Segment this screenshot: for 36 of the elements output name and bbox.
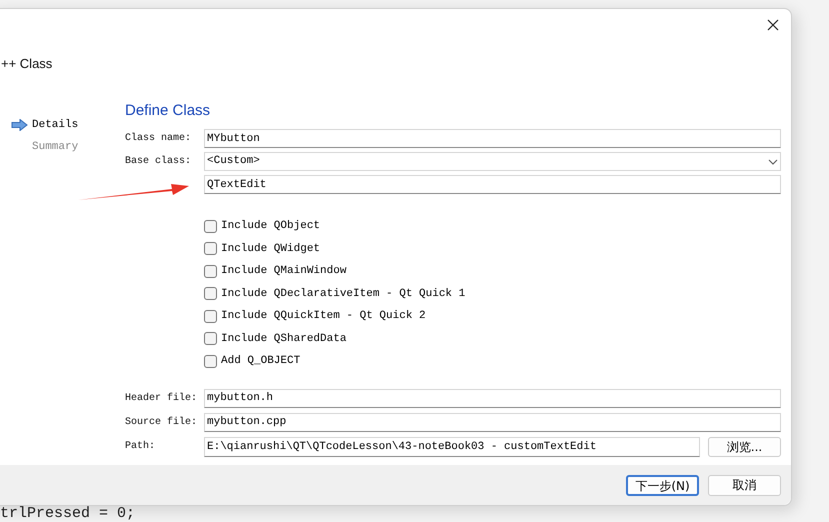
checkbox[interactable] — [204, 264, 217, 278]
checkbox-label: Include QSharedData — [221, 332, 346, 346]
code-line: trlPressed = 0; — [0, 506, 136, 522]
checkbox-label: Include QMainWindow — [221, 264, 346, 279]
text-field[interactable]: mybutton.h — [204, 388, 781, 408]
field-label: Class name: — [125, 133, 192, 144]
dialog-button[interactable]: 下一步(N) — [626, 474, 699, 496]
checkbox-label: Include QDeclarativeItem - Qt Quick 1 — [221, 286, 466, 302]
checkbox[interactable] — [204, 332, 217, 346]
checkbox[interactable] — [204, 310, 217, 323]
checkbox[interactable] — [204, 287, 217, 300]
sidebar-item[interactable]: Summary — [11, 139, 125, 156]
dialog-button[interactable]: 取消 — [708, 474, 781, 496]
path-field[interactable]: E:\qianrushi\QT\QTcodeLesson\43-noteBook03 - customTextEdit — [204, 436, 700, 456]
close-icon — [767, 19, 779, 31]
base-class-dropdown[interactable]: <Custom> — [204, 152, 781, 171]
field-label: Source file: — [125, 416, 198, 428]
page-title: Define Class — [125, 100, 210, 120]
checkbox-label: Include QQuickItem - Qt Quick 2 — [221, 309, 426, 324]
field-label: Header file: — [125, 392, 198, 404]
browse-button[interactable]: 浏览... — [708, 436, 781, 456]
sidebar-item[interactable]: Details — [11, 116, 125, 133]
text-field[interactable]: mybutton.cpp — [204, 412, 781, 432]
field-label: Base class: — [125, 156, 192, 167]
arrow-icon — [11, 118, 28, 131]
window-title: ++ Class — [1, 55, 52, 73]
checkbox[interactable] — [204, 354, 217, 368]
checkbox[interactable] — [204, 242, 217, 256]
text-field[interactable]: MYbutton — [204, 129, 781, 148]
checkbox-label: Add Q_OBJECT — [221, 354, 300, 369]
chevron-down-icon — [768, 158, 778, 164]
field-label: Path: — [125, 441, 156, 452]
text-field[interactable]: QTextEdit — [204, 175, 781, 194]
checkbox-label: Include QWidget — [221, 242, 320, 256]
checkbox[interactable] — [204, 220, 217, 233]
checkbox-label: Include QObject — [221, 219, 320, 234]
